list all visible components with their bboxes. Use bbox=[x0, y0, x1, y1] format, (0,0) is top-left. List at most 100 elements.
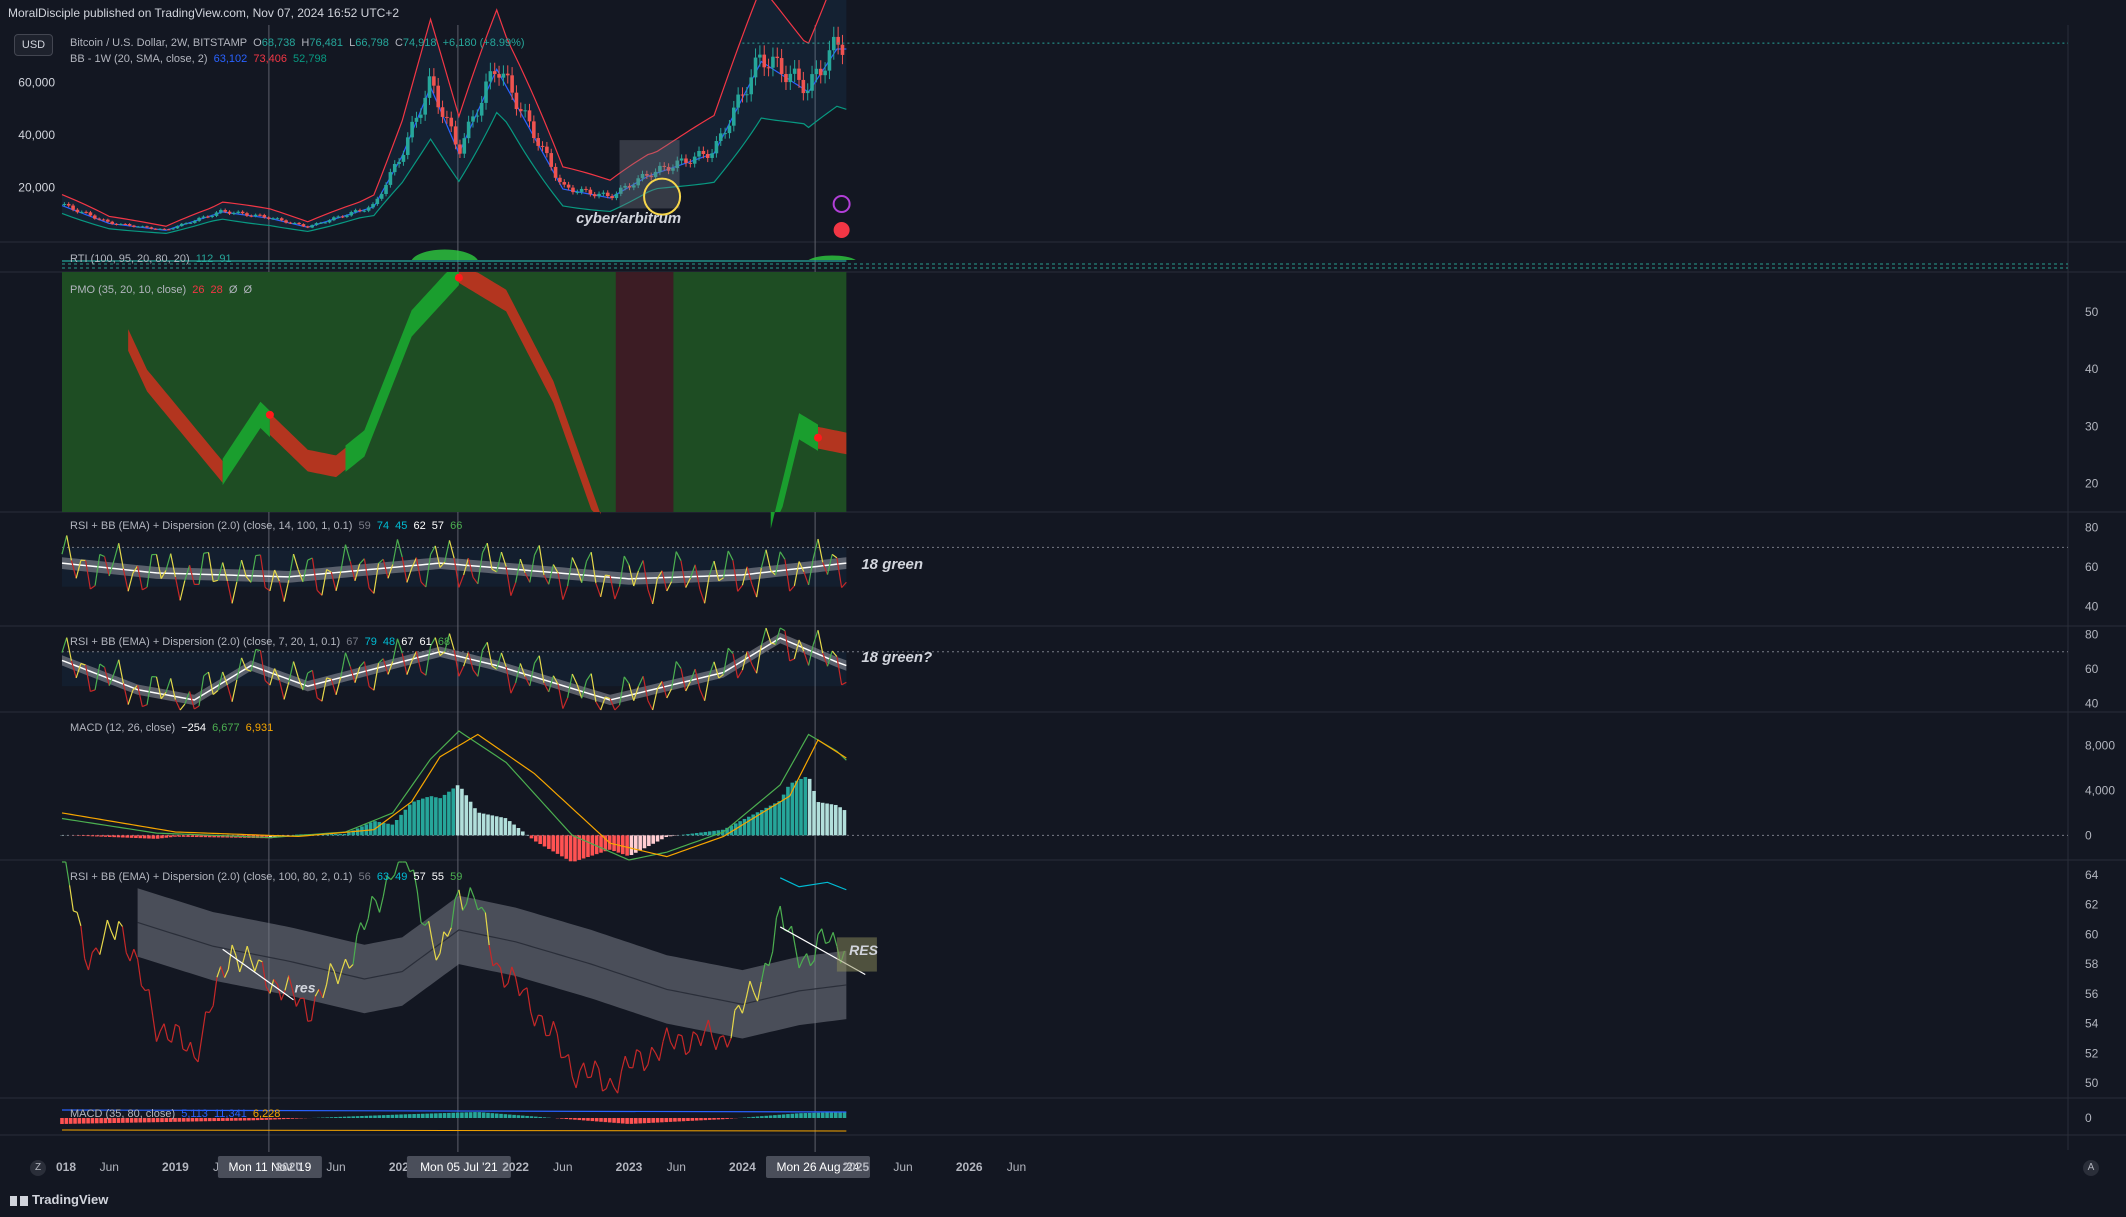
candle-body bbox=[375, 198, 380, 205]
macd2-histogram-bar bbox=[416, 1113, 421, 1118]
candle-body bbox=[788, 73, 793, 83]
candle-body bbox=[75, 209, 80, 213]
rsi7-y-tick: 40 bbox=[2085, 696, 2099, 710]
macd1-histogram-bar bbox=[451, 788, 456, 836]
macd2-histogram-bar bbox=[651, 1118, 655, 1123]
macd2-signal-line bbox=[61, 1129, 847, 1132]
macd2-legend: MACD (35, 80, close) 5,113 11,341 6,228 bbox=[70, 1108, 281, 1120]
candle-body bbox=[171, 228, 175, 230]
rsi100-y-tick: 62 bbox=[2085, 898, 2099, 912]
macd1-histogram-bar bbox=[481, 813, 486, 836]
macd2-y-tick: 0 bbox=[2085, 1111, 2092, 1125]
candle-body bbox=[488, 71, 493, 82]
candle-body bbox=[310, 225, 314, 228]
macd1-histogram-bar bbox=[112, 835, 116, 838]
candle-body bbox=[271, 218, 275, 220]
rsi14-line bbox=[647, 589, 654, 605]
macd2-histogram-bar bbox=[590, 1118, 595, 1122]
x-axis-label: 2025 bbox=[842, 1160, 869, 1174]
rsi7-line bbox=[595, 701, 602, 711]
macd1-histogram-bar bbox=[468, 801, 473, 836]
candle-body bbox=[605, 192, 610, 197]
highlight-box bbox=[619, 140, 680, 209]
macd2-histogram-bar bbox=[468, 1112, 473, 1118]
x-axis-label: Jun bbox=[893, 1160, 912, 1174]
candle-body bbox=[453, 126, 458, 145]
bb-legend: BB - 1W (20, SMA, close, 2) 63,102 73,40… bbox=[70, 53, 327, 65]
macd2-histogram-bar bbox=[477, 1112, 482, 1118]
rsi7-line bbox=[193, 705, 200, 710]
x-axis-label: Jun bbox=[667, 1160, 686, 1174]
macd2-histogram-bar bbox=[529, 1116, 534, 1118]
macd1-histogram-bar bbox=[464, 795, 469, 836]
rsi100-line bbox=[594, 1060, 600, 1069]
macd2-histogram-bar bbox=[507, 1114, 512, 1118]
macd2-histogram-bar bbox=[803, 1113, 808, 1118]
rsi100-line bbox=[371, 895, 377, 901]
macd2-histogram-bar bbox=[455, 1112, 460, 1118]
candle-body bbox=[197, 217, 201, 221]
macd2-histogram-bar bbox=[699, 1118, 703, 1121]
candle-body bbox=[258, 214, 262, 216]
rsi100-line bbox=[722, 1035, 728, 1048]
rsi14-annotation: 18 green bbox=[861, 556, 923, 573]
macd2-histogram-bar bbox=[490, 1113, 495, 1118]
macd1-histogram-bar bbox=[81, 835, 86, 836]
macd1-histogram-bar bbox=[490, 815, 495, 836]
rsi100-line bbox=[538, 1014, 543, 1017]
macd1-histogram-bar bbox=[768, 805, 773, 836]
scroll-left-button[interactable]: Z bbox=[30, 1160, 46, 1176]
tradingview-logo[interactable]: TradingView bbox=[10, 1193, 108, 1207]
macd1-histogram-bar bbox=[368, 822, 373, 836]
rsi100-line bbox=[208, 1005, 214, 1013]
rsi100-line bbox=[378, 896, 384, 913]
currency-button[interactable]: USD bbox=[14, 34, 53, 56]
macd2-histogram-bar bbox=[690, 1118, 695, 1121]
macd2-histogram-bar bbox=[638, 1118, 642, 1124]
macd1-histogram-bar bbox=[151, 835, 156, 839]
rsi7-line bbox=[779, 627, 786, 632]
x-axis-label: 2023 bbox=[616, 1160, 643, 1174]
candle-body bbox=[240, 211, 245, 214]
macd1-histogram-bar bbox=[173, 835, 177, 837]
macd2-histogram-bar bbox=[612, 1118, 616, 1123]
macd2-histogram-bar bbox=[464, 1112, 469, 1118]
macd2-histogram-bar bbox=[599, 1118, 603, 1122]
macd1-histogram-bar bbox=[494, 816, 499, 836]
rti-fill bbox=[808, 255, 856, 260]
candle-body bbox=[432, 76, 436, 86]
candle-body bbox=[701, 150, 706, 154]
rsi7-line bbox=[699, 689, 706, 701]
res-annotation: res bbox=[294, 979, 315, 995]
candle-body bbox=[97, 218, 101, 220]
rsi100-line bbox=[620, 1055, 626, 1072]
candle-body bbox=[523, 110, 527, 112]
bollinger-band-fill bbox=[62, 0, 847, 234]
candle-body bbox=[710, 153, 714, 158]
macd1-histogram-bar bbox=[416, 800, 421, 836]
chart-canvas[interactable]: 018Jun2019JunMon 11 Nov '192020Jun2021Mo… bbox=[0, 0, 2126, 1217]
macd2-histogram-bar bbox=[703, 1118, 708, 1121]
macd2-histogram-bar bbox=[473, 1112, 477, 1118]
macd2-histogram-bar bbox=[399, 1114, 403, 1118]
macd2-histogram-bar bbox=[781, 1114, 786, 1118]
rsi100-line bbox=[133, 948, 139, 960]
rsi100-line bbox=[201, 1011, 207, 1038]
rsi7-line bbox=[255, 648, 261, 652]
macd2-histogram-bar bbox=[64, 1118, 69, 1124]
macd2-histogram-bar bbox=[790, 1113, 795, 1118]
rti-legend: RTI (100, 95, 20, 80, 20) 112 91 bbox=[70, 253, 232, 265]
candle-body bbox=[119, 223, 123, 225]
candle-body bbox=[106, 219, 110, 222]
macd1-histogram-bar bbox=[512, 824, 516, 836]
rsi100-line bbox=[817, 928, 823, 935]
auto-scale-button[interactable]: A bbox=[2083, 1160, 2099, 1176]
macd1-histogram-bar bbox=[386, 823, 390, 836]
candle-body bbox=[336, 216, 341, 218]
macd1-histogram-bar bbox=[407, 804, 412, 836]
pmo-y-tick: 20 bbox=[2085, 476, 2099, 490]
macd1-histogram-bar bbox=[799, 778, 803, 836]
candle-body bbox=[840, 44, 845, 55]
candle-body bbox=[584, 188, 588, 190]
macd2-histogram-bar bbox=[647, 1118, 651, 1123]
